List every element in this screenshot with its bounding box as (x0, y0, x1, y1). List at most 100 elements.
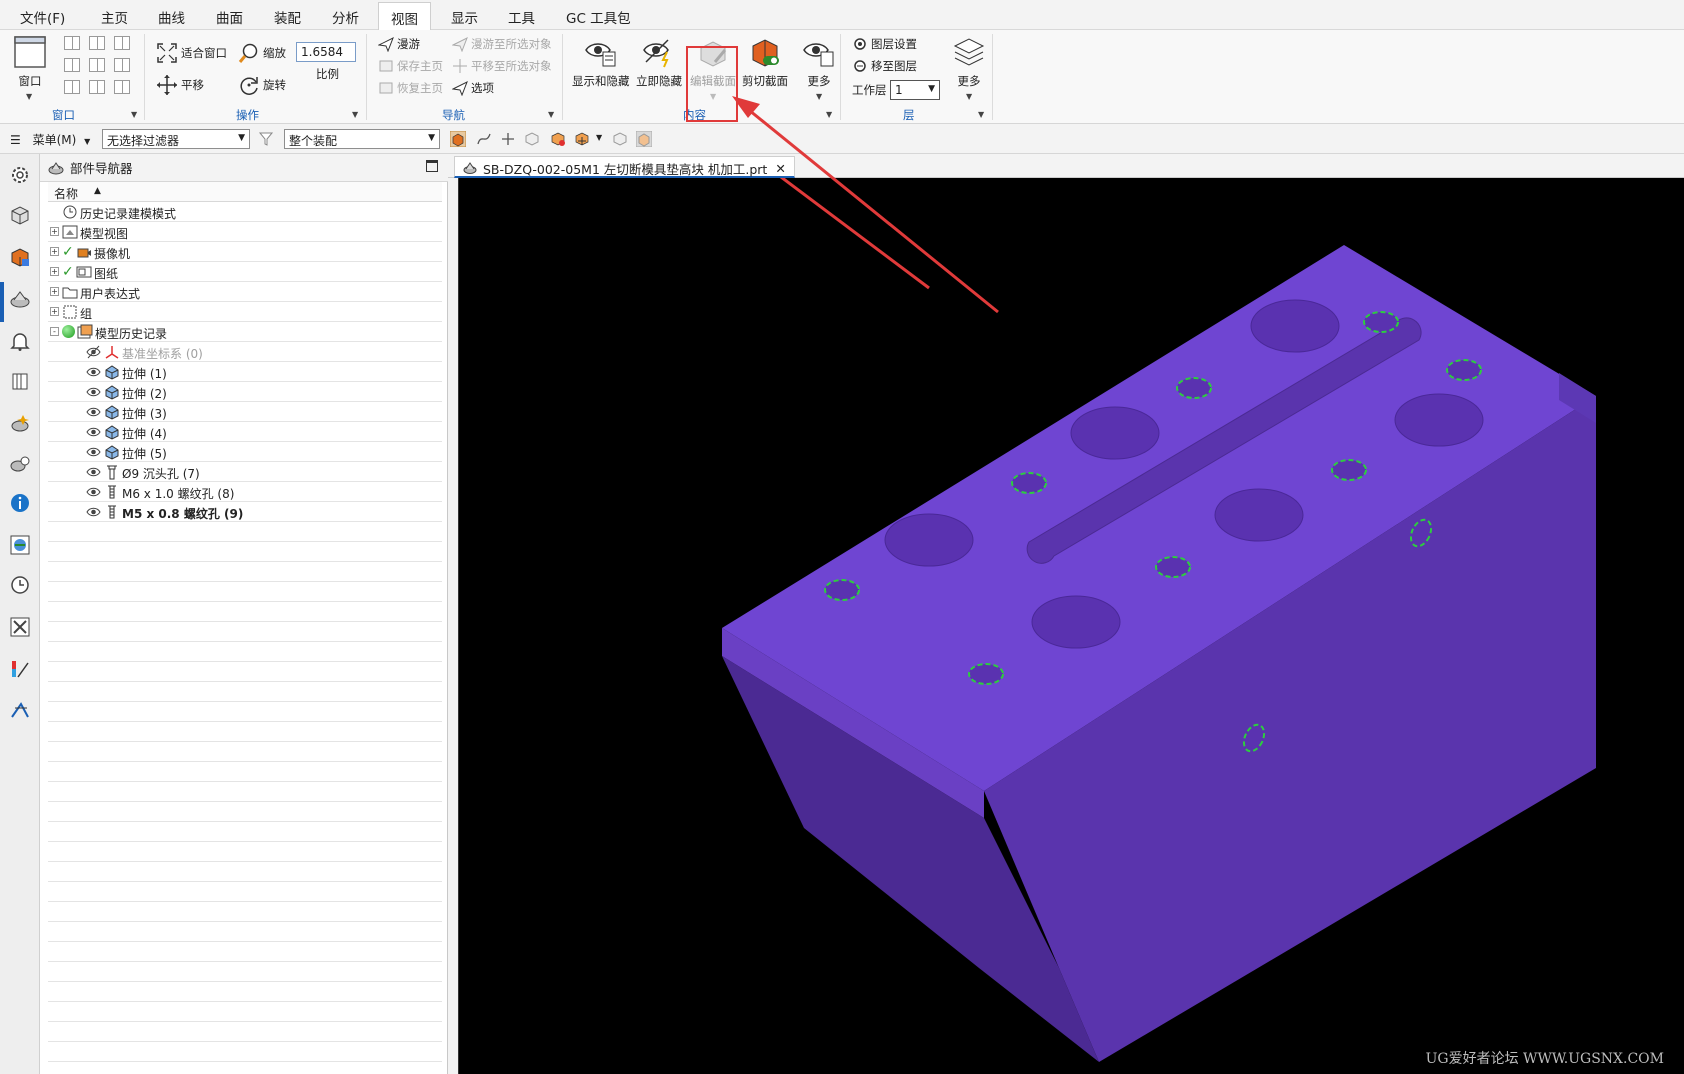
fly-to-selected-button[interactable]: 漫游至所选对象 (452, 36, 552, 52)
filter-funnel-icon[interactable] (258, 131, 274, 147)
operation-group-caret-icon[interactable]: ▼ (352, 110, 358, 119)
content-group-caret-icon[interactable]: ▼ (826, 110, 832, 119)
layout-three-b-icon[interactable] (89, 58, 105, 72)
content-more-button[interactable]: 更多 (801, 34, 837, 89)
fit-window-button[interactable]: 适合窗口 (156, 42, 227, 64)
tree-row[interactable]: M5 x 0.8 螺纹孔 (9) (48, 502, 442, 522)
assembly-navigator-icon[interactable] (9, 204, 31, 226)
navigation-group-caret-icon[interactable]: ▼ (548, 110, 554, 119)
layout-three-c-icon[interactable] (114, 58, 130, 72)
select-wireframe-icon[interactable] (612, 131, 628, 147)
tab-gc-toolkit[interactable]: GC 工具包 (566, 7, 631, 27)
document-tab[interactable]: SB-DZQ-002-05M1 左切断模具垫高块 机加工.prt ✕ (454, 156, 795, 178)
layout-four-b-icon[interactable] (89, 80, 105, 94)
window-button[interactable]: 窗口 (12, 34, 48, 89)
select-body-icon[interactable] (450, 131, 466, 147)
tree-row[interactable]: 拉伸 (5) (48, 442, 442, 462)
scale-input[interactable]: 1.6584 (296, 42, 356, 62)
select-solid-icon[interactable] (636, 131, 652, 147)
options-button[interactable]: 选项 (452, 80, 494, 96)
tree-row[interactable]: 拉伸 (2) (48, 382, 442, 402)
tree-row[interactable]: 拉伸 (3) (48, 402, 442, 422)
select-curve-icon[interactable] (476, 131, 492, 147)
select-snap-icon[interactable] (574, 131, 590, 147)
tree-row[interactable]: 历史记录建模模式 (48, 202, 442, 222)
zoom-button[interactable]: 缩放 (238, 42, 286, 64)
web-browser-icon[interactable] (9, 452, 31, 474)
graphics-viewport[interactable]: UG爱好者论坛 WWW.UGSNX.COM (458, 106, 1684, 1074)
expand-icon[interactable]: + (50, 227, 59, 236)
role-icon[interactable] (9, 698, 31, 720)
tree-row[interactable]: 拉伸 (4) (48, 422, 442, 442)
column-header-name[interactable]: 名称 ▲ (48, 182, 442, 202)
close-icon[interactable]: ✕ (775, 161, 785, 176)
expand-icon[interactable]: + (50, 307, 59, 316)
layout-six-icon[interactable] (114, 80, 130, 94)
menu-button[interactable]: ☰ 菜单(M) ▼ (10, 131, 90, 148)
eye-icon[interactable] (86, 385, 102, 401)
tree-row[interactable]: Ø9 沉头孔 (7) (48, 462, 442, 482)
save-home-button[interactable]: 保存主页 (378, 58, 443, 74)
tree-row[interactable]: + 组 (48, 302, 442, 322)
eye-icon[interactable] (86, 485, 102, 501)
select-face-icon[interactable] (524, 131, 540, 147)
layout-four-a-icon[interactable] (64, 80, 80, 94)
expand-icon[interactable]: + (50, 287, 59, 296)
tab-home[interactable]: 主页 (101, 7, 128, 27)
restore-home-button[interactable]: 恢复主页 (378, 80, 443, 96)
globe-icon[interactable] (9, 534, 31, 556)
expand-icon[interactable]: + (50, 247, 59, 256)
eye-icon[interactable] (86, 445, 102, 461)
pan-to-selected-button[interactable]: 平移至所选对象 (452, 58, 552, 74)
eye-icon[interactable] (86, 465, 102, 481)
info-icon[interactable] (9, 492, 31, 514)
bell-icon[interactable] (9, 330, 31, 352)
tools-icon[interactable] (9, 616, 31, 638)
eye-hidden-icon[interactable] (86, 345, 102, 361)
tree-row[interactable]: + 模型视图 (48, 222, 442, 242)
tab-analysis[interactable]: 分析 (332, 7, 359, 27)
fly-button[interactable]: 漫游 (378, 36, 420, 52)
rotate-button[interactable]: 旋转 (238, 74, 286, 96)
selection-filter-dropdown[interactable]: 无选择过滤器 ▼ (102, 129, 250, 149)
reuse-library-icon[interactable] (9, 370, 31, 392)
model-canvas[interactable] (459, 106, 1684, 1074)
constraint-navigator-icon[interactable] (9, 246, 31, 268)
window-group-caret-icon[interactable]: ▼ (131, 110, 137, 119)
tree-row[interactable]: M6 x 1.0 螺纹孔 (8) (48, 482, 442, 502)
layer-more-caret-icon[interactable]: ▼ (966, 92, 972, 101)
tree-row[interactable]: 拉伸 (1) (48, 362, 442, 382)
eye-icon[interactable] (86, 405, 102, 421)
tab-surface[interactable]: 曲面 (216, 7, 243, 27)
hd3d-tools-icon[interactable] (9, 412, 31, 434)
window-caret-icon[interactable]: ▼ (26, 92, 32, 101)
eye-icon[interactable] (86, 425, 102, 441)
tree-row[interactable]: - 模型历史记录 (48, 322, 442, 342)
history-clock-icon[interactable] (9, 574, 31, 596)
move-to-layer-button[interactable]: 移至图层 (852, 58, 917, 74)
maximize-icon[interactable] (426, 160, 438, 172)
tab-file[interactable]: 文件(F) (20, 7, 65, 27)
work-layer-select[interactable]: 1 ▼ (890, 80, 940, 100)
tree-row[interactable]: + 用户表达式 (48, 282, 442, 302)
layer-settings-button[interactable]: 图层设置 (852, 36, 917, 52)
part-navigator-icon[interactable] (9, 288, 31, 310)
tab-assembly[interactable]: 装配 (274, 7, 301, 27)
collapse-icon[interactable]: - (50, 327, 59, 336)
layout-two-h-icon[interactable] (114, 36, 130, 50)
gear-icon[interactable] (9, 164, 31, 186)
clip-section-button[interactable]: 剪切截面 (742, 34, 788, 89)
tab-curve[interactable]: 曲线 (158, 7, 185, 27)
select-point-icon[interactable] (500, 131, 516, 147)
hide-now-button[interactable]: 立即隐藏 (636, 34, 682, 89)
tree-row[interactable]: 基准坐标系 (0) (48, 342, 442, 362)
select-component-icon[interactable] (550, 131, 566, 147)
eye-icon[interactable] (86, 365, 102, 381)
show-hide-button[interactable]: 显示和隐藏 (572, 34, 630, 89)
eye-icon[interactable] (86, 505, 102, 521)
selection-scope-dropdown[interactable]: 整个装配 ▼ (284, 129, 440, 149)
content-more-caret-icon[interactable]: ▼ (816, 92, 822, 101)
snap-caret-icon[interactable]: ▼ (596, 133, 602, 142)
layout-two-v-icon[interactable] (89, 36, 105, 50)
layer-more-button[interactable]: 更多 (951, 34, 987, 89)
